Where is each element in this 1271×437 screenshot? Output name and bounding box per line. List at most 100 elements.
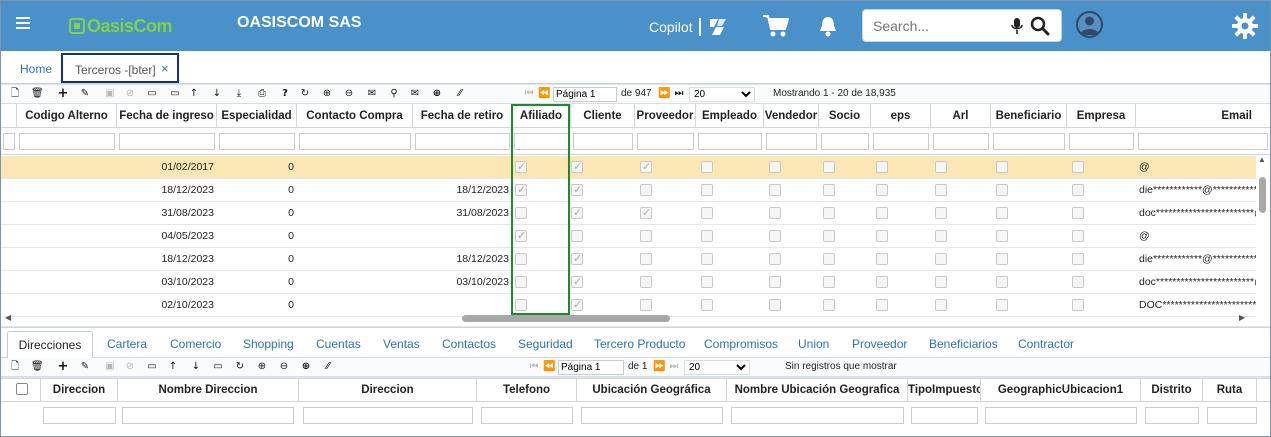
cart-icon[interactable] xyxy=(762,13,790,39)
col-eps[interactable]: eps xyxy=(871,104,931,128)
resize-icon[interactable]: ⁄⁄ xyxy=(454,88,466,100)
checkbox-arl[interactable] xyxy=(935,161,947,173)
checkbox-vendedor[interactable] xyxy=(769,184,781,196)
checkbox-socio[interactable] xyxy=(823,276,835,288)
checkbox-empresa[interactable] xyxy=(1072,253,1084,265)
checkbox-empresa[interactable] xyxy=(1072,207,1084,219)
zoom-in-icon[interactable]: ⊕ xyxy=(256,361,268,373)
cancel-icon[interactable]: ⊘ xyxy=(124,88,136,100)
import-icon[interactable]: ⤓ xyxy=(233,88,245,100)
checkbox-cliente[interactable] xyxy=(571,160,583,173)
filter-nombre-ubicacion[interactable] xyxy=(731,407,904,424)
col-contacto-compra[interactable]: Contacto Compra xyxy=(297,104,413,128)
arrow-down-icon[interactable]: ↓ xyxy=(211,88,223,100)
first-page-icon[interactable]: ⏮ xyxy=(523,88,535,100)
close-tab-icon[interactable]: × xyxy=(161,61,169,76)
vertical-scroll-thumb[interactable] xyxy=(1259,177,1266,213)
checkbox-vendedor[interactable] xyxy=(769,207,781,219)
filter-email[interactable] xyxy=(1138,133,1268,150)
col-especialidad[interactable]: Especialidad xyxy=(217,104,297,128)
filter-empleado[interactable] xyxy=(698,133,762,150)
tab-union[interactable]: Union xyxy=(798,337,829,351)
filter-especialidad[interactable] xyxy=(219,133,295,150)
next-page-icon[interactable]: ⏩ xyxy=(658,88,670,100)
prev-page-icon[interactable]: ⏪ xyxy=(543,361,555,373)
col-afiliado[interactable]: Afiliado xyxy=(512,104,571,128)
tab-cuentas[interactable]: Cuentas xyxy=(316,337,361,351)
checkbox-beneficiario[interactable] xyxy=(996,230,1008,242)
col-empresa[interactable]: Empresa xyxy=(1067,104,1136,128)
table-row[interactable]: 31/08/2023 0 31/08/2023 doc****************… xyxy=(1,202,1256,225)
tab-contactos[interactable]: Contactos xyxy=(442,337,496,351)
filter-empresa[interactable] xyxy=(1069,133,1134,150)
add-circle-icon[interactable]: ⊕ xyxy=(431,88,443,100)
col-nombre-direccion[interactable]: Nombre Direccion xyxy=(118,379,299,402)
checkbox-proveedor[interactable] xyxy=(640,230,652,242)
mail-icon[interactable]: ✉ xyxy=(409,88,421,100)
checkbox-socio[interactable] xyxy=(823,161,835,173)
edit-icon[interactable]: ✎ xyxy=(79,361,91,373)
tab-comercio[interactable]: Comercio xyxy=(170,337,221,351)
cancel-icon[interactable]: ⊘ xyxy=(124,361,136,373)
checkbox-arl[interactable] xyxy=(935,207,947,219)
table-row[interactable]: 18/12/2023 0 18/12/2023 die************@***… xyxy=(1,248,1256,271)
tab-direcciones[interactable]: Direcciones xyxy=(7,331,93,359)
checkbox-empleado[interactable] xyxy=(701,253,713,265)
checkbox-beneficiario[interactable] xyxy=(996,299,1008,311)
checkbox-eps[interactable] xyxy=(876,230,888,242)
col-fecha-retiro[interactable]: Fecha de retiro xyxy=(413,104,512,128)
checkbox-beneficiario[interactable] xyxy=(996,276,1008,288)
field-alt-icon[interactable]: ▭ xyxy=(212,361,224,373)
save-icon[interactable]: ▣ xyxy=(104,88,116,100)
checkbox-cliente[interactable] xyxy=(571,183,583,196)
checkbox-proveedor[interactable] xyxy=(640,160,652,173)
checkbox-arl[interactable] xyxy=(935,276,947,288)
detail-page-size-select[interactable]: 20 xyxy=(684,360,750,375)
checkbox-proveedor[interactable] xyxy=(640,299,652,311)
checkbox-beneficiario[interactable] xyxy=(996,253,1008,265)
col-ubicacion-geografica[interactable]: Ubicación Geográfica xyxy=(577,379,727,402)
field-icon[interactable]: ▭ xyxy=(146,361,158,373)
select-all-checkbox[interactable] xyxy=(16,383,28,395)
tab-compromisos[interactable]: Compromisos xyxy=(704,337,778,351)
refresh-icon[interactable]: ↻ xyxy=(234,361,246,373)
checkbox-eps[interactable] xyxy=(876,207,888,219)
help-icon[interactable]: ? xyxy=(279,88,291,100)
checkbox-empleado[interactable] xyxy=(701,299,713,311)
checkbox-eps[interactable] xyxy=(876,299,888,311)
checkbox-socio[interactable] xyxy=(823,184,835,196)
filter-arl[interactable] xyxy=(933,133,989,150)
tab-home[interactable]: Home xyxy=(20,62,52,76)
add-icon[interactable]: + xyxy=(57,87,69,100)
checkbox-vendedor[interactable] xyxy=(769,253,781,265)
checkbox-cliente[interactable] xyxy=(571,275,583,288)
filter-eps[interactable] xyxy=(873,133,929,150)
field-icon[interactable]: ▭ xyxy=(146,88,158,100)
checkbox-proveedor[interactable] xyxy=(640,184,652,196)
pin-icon[interactable]: ⚲ xyxy=(388,88,400,100)
filter-proveedor[interactable] xyxy=(637,133,694,150)
col-socio[interactable]: Socio xyxy=(819,104,871,128)
new-document-icon[interactable]: 🗋 xyxy=(9,88,21,100)
page-size-select[interactable]: 20 xyxy=(689,87,755,102)
tab-contractor[interactable]: Contractor xyxy=(1018,337,1074,351)
checkbox-cliente[interactable] xyxy=(571,252,583,265)
arrow-down-icon[interactable]: ↓ xyxy=(190,361,202,373)
tab-terceros[interactable]: Terceros -[bter] × xyxy=(61,53,179,83)
delete-icon[interactable]: 🗑 xyxy=(31,88,44,100)
col-ruta[interactable]: Ruta xyxy=(1203,379,1257,402)
checkbox-beneficiario[interactable] xyxy=(996,207,1008,219)
filter-fecha-retiro[interactable] xyxy=(415,133,510,150)
next-page-icon[interactable]: ⏩ xyxy=(653,361,665,373)
refresh-icon[interactable]: ↻ xyxy=(299,88,311,100)
table-row[interactable]: 18/12/2023 0 18/12/2023 die************@***… xyxy=(1,179,1256,202)
col-direccion[interactable]: Direccion xyxy=(41,379,118,402)
microphone-icon[interactable] xyxy=(1011,18,1023,35)
checkbox-empresa[interactable] xyxy=(1072,276,1084,288)
checkbox-beneficiario[interactable] xyxy=(996,184,1008,196)
col-cliente[interactable]: Cliente xyxy=(571,104,635,128)
checkbox-vendedor[interactable] xyxy=(769,276,781,288)
checkbox-arl[interactable] xyxy=(935,299,947,311)
notifications-bell-icon[interactable] xyxy=(818,15,838,37)
col-empleado[interactable]: Empleado xyxy=(696,104,764,128)
